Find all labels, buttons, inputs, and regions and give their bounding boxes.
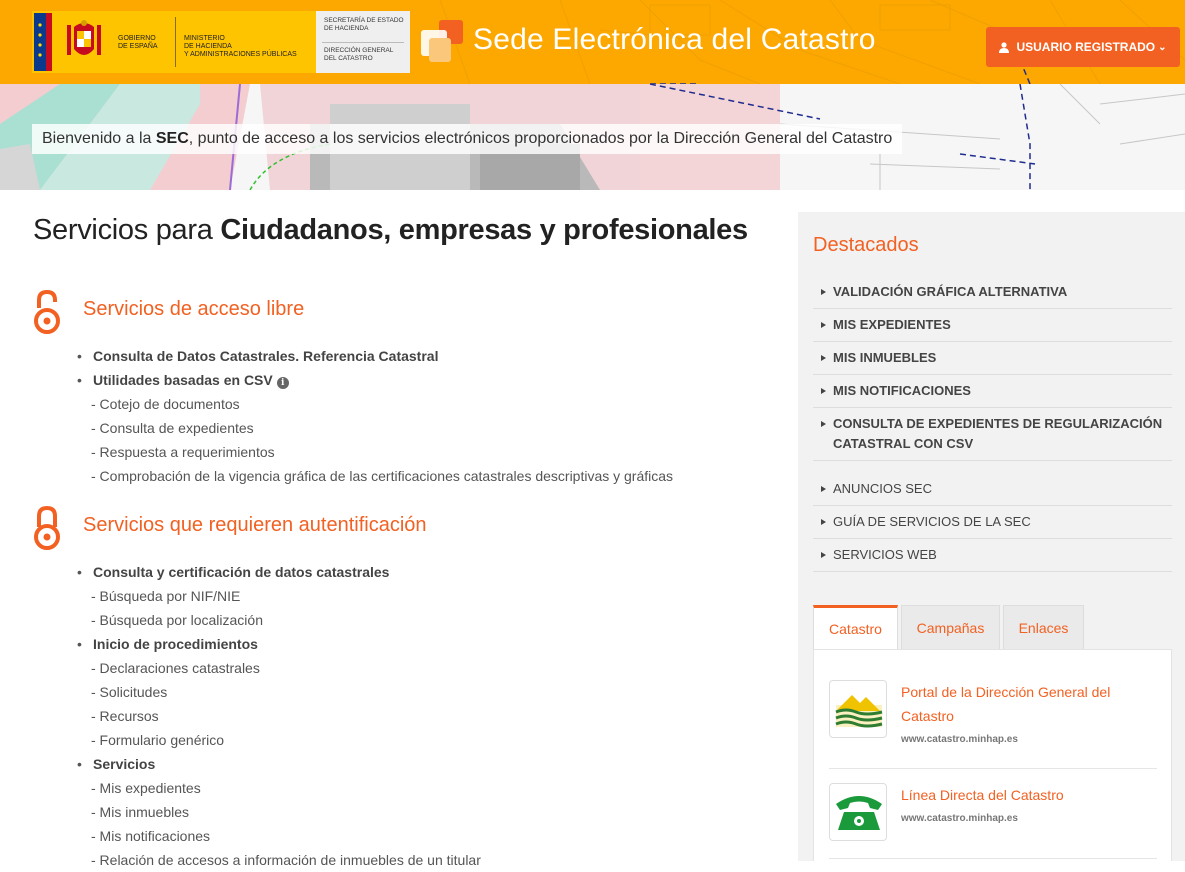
free-sub-link[interactable]: - Cotejo de documentos: [77, 392, 673, 416]
user-button-label: USUARIO REGISTRADO: [1016, 40, 1156, 54]
direccion-text: DIRECCIÓN GENERAL DEL CATASTRO: [324, 47, 394, 62]
auth-sub-link[interactable]: - Declaraciones catastrales: [77, 656, 481, 680]
auth-service-link[interactable]: Servicios: [77, 752, 481, 776]
free-sub-link[interactable]: - Comprobación de la vigencia gráfica de…: [77, 464, 673, 488]
featured-item[interactable]: SERVICIOS WEB: [813, 539, 1172, 572]
featured-item[interactable]: GUÍA DE SERVICIOS DE LA SEC: [813, 506, 1172, 539]
ministry-text: MINISTERIO DE HACIENDA Y ADMINISTRACIONE…: [184, 35, 297, 58]
welcome-message: Bienvenido a la SEC, punto de acceso a l…: [32, 124, 903, 154]
link-url-linea-directa: www.catastro.minhap.es: [901, 813, 1018, 824]
user-icon: [999, 41, 1010, 53]
link-url-portal: www.catastro.minhap.es: [901, 734, 1018, 745]
link-title-portal[interactable]: Portal de la Dirección General del Catas…: [901, 680, 1141, 728]
tab-campanas[interactable]: Campañas: [901, 605, 1000, 649]
site-title[interactable]: Sede Electrónica del Catastro: [473, 23, 876, 57]
government-logo[interactable]: GOBIERNO DE ESPAÑA MINISTERIO DE HACIEND…: [32, 11, 410, 73]
tab-panel-catastro: Portal de la Dirección General del Catas…: [813, 649, 1172, 861]
site-header: GOBIERNO DE ESPAÑA MINISTERIO DE HACIEND…: [0, 0, 1185, 84]
free-sub-link[interactable]: - Consulta de expedientes: [77, 416, 673, 440]
featured-item[interactable]: MIS NOTIFICACIONES: [813, 375, 1172, 408]
open-lock-icon: [34, 290, 60, 334]
telephone-icon: [836, 796, 882, 830]
auth-sub-link[interactable]: - Mis notificaciones: [77, 824, 481, 848]
free-access-list: Consulta de Datos Catastrales. Referenci…: [77, 344, 673, 488]
featured-list: VALIDACIÓN GRÁFICA ALTERNATIVA MIS EXPEDI…: [813, 276, 1172, 572]
chevron-down-icon: ⌄: [1158, 41, 1167, 53]
auth-sub-link[interactable]: - Formulario genérico: [77, 728, 481, 752]
registered-user-button[interactable]: USUARIO REGISTRADO ⌄: [986, 27, 1180, 67]
auth-service-link[interactable]: Consulta y certificación de datos catast…: [77, 560, 481, 584]
auth-title: Servicios que requieren autentificación: [83, 514, 427, 536]
catastro-logo-icon: [835, 695, 883, 728]
free-sub-link[interactable]: - Respuesta a requerimientos: [77, 440, 673, 464]
page-title: Servicios para Ciudadanos, empresas y pr…: [33, 214, 748, 246]
free-service-link[interactable]: Consulta de Datos Catastrales. Referenci…: [77, 344, 673, 368]
auth-sub-link[interactable]: - Relación de accesos a información de i…: [77, 848, 481, 872]
lock-icon: [34, 506, 60, 550]
auth-list: Consulta y certificación de datos catast…: [77, 560, 481, 872]
auth-sub-link[interactable]: - Mis inmuebles: [77, 800, 481, 824]
link-card-linea-directa[interactable]: Línea Directa del Catastro www.catastro.…: [829, 783, 1157, 853]
tab-enlaces[interactable]: Enlaces: [1003, 605, 1084, 649]
free-service-link[interactable]: Utilidades basadas en CSVi: [77, 368, 673, 392]
featured-item[interactable]: MIS EXPEDIENTES: [813, 309, 1172, 342]
gobierno-text: GOBIERNO DE ESPAÑA: [118, 35, 158, 50]
secretaria-text: SECRETARÍA DE ESTADO DE HACIENDA: [324, 17, 404, 32]
link-title-linea-directa[interactable]: Línea Directa del Catastro: [901, 783, 1141, 807]
auth-service-link[interactable]: Inicio de procedimientos: [77, 632, 481, 656]
featured-item[interactable]: VALIDACIÓN GRÁFICA ALTERNATIVA: [813, 276, 1172, 309]
featured-item[interactable]: MIS INMUEBLES: [813, 342, 1172, 375]
free-access-title: Servicios de acceso libre: [83, 298, 305, 320]
auth-sub-link[interactable]: - Solicitudes: [77, 680, 481, 704]
auth-sub-link[interactable]: - Búsqueda por localización: [77, 608, 481, 632]
sidebar: Destacados VALIDACIÓN GRÁFICA ALTERNATIV…: [798, 212, 1185, 861]
featured-item[interactable]: CONSULTA DE EXPEDIENTES DE REGULARIZACIÓ…: [813, 408, 1172, 461]
auth-sub-link[interactable]: - Recursos: [77, 704, 481, 728]
sede-logo-icon[interactable]: [421, 20, 465, 64]
featured-title: Destacados: [813, 234, 919, 256]
tab-catastro[interactable]: Catastro: [813, 605, 898, 650]
auth-sub-link[interactable]: - Búsqueda por NIF/NIE: [77, 584, 481, 608]
map-banner: Bienvenido a la SEC, punto de acceso a l…: [0, 84, 1185, 190]
coat-of-arms-icon: [67, 20, 101, 55]
sidebar-tabs: Catastro Campañas Enlaces: [813, 605, 1172, 650]
info-icon[interactable]: i: [276, 377, 289, 389]
link-card-portal[interactable]: Portal de la Dirección General del Catas…: [829, 680, 1157, 760]
eu-spain-flag-icon: [34, 13, 58, 71]
auth-sub-link[interactable]: - Mis expedientes: [77, 776, 481, 800]
featured-item[interactable]: ANUNCIOS SEC: [813, 473, 1172, 506]
